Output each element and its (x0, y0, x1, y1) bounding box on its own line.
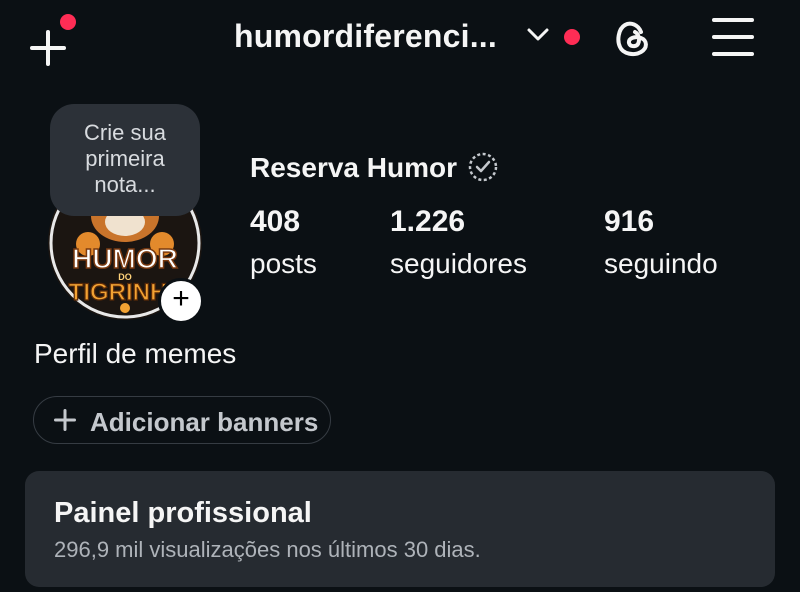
note-bubble[interactable]: Crie sua primeira nota... (50, 104, 200, 216)
avatar-text-top: HUMOR (72, 243, 178, 274)
professional-dashboard-card[interactable]: Painel profissional 296,9 mil visualizaç… (25, 471, 775, 587)
dashboard-subtitle: 296,9 mil visualizações nos últimos 30 d… (54, 537, 481, 562)
bio-text: Perfil de memes (34, 338, 237, 369)
add-story-button[interactable]: + (158, 278, 204, 324)
following-label[interactable]: seguindo (604, 248, 718, 280)
followers-count[interactable]: 1.226 (390, 205, 465, 239)
plus-icon (30, 30, 66, 66)
account-username[interactable]: humordiferenci... (234, 18, 497, 55)
plus-icon (54, 409, 76, 431)
avatar-text-bottom: TIGRINH (69, 279, 168, 306)
note-text: Crie sua primeira nota... (84, 120, 166, 197)
threads-icon[interactable] (608, 14, 656, 62)
hamburger-menu-icon[interactable] (710, 16, 754, 60)
followers-label[interactable]: seguidores (390, 248, 527, 280)
posts-label[interactable]: posts (250, 248, 317, 280)
notification-dot (60, 14, 76, 30)
add-banners-button[interactable]: Adicionar banners (33, 396, 331, 444)
dashboard-title: Painel profissional (54, 497, 312, 529)
display-name: Reserva Humor (250, 152, 457, 183)
add-banners-label: Adicionar banners (90, 407, 319, 437)
account-notification-dot (564, 29, 580, 45)
chevron-down-icon[interactable] (526, 26, 550, 44)
following-count[interactable]: 916 (604, 205, 654, 239)
verified-badge-icon (468, 152, 498, 182)
create-button[interactable] (24, 14, 80, 66)
posts-count[interactable]: 408 (250, 205, 300, 239)
